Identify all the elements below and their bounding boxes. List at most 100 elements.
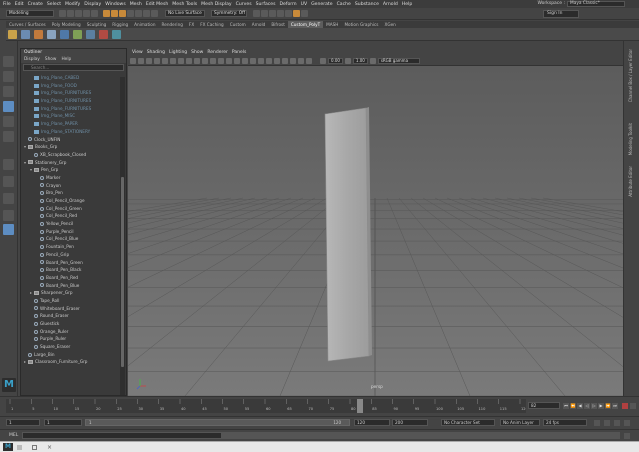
outliner-item[interactable]: Square_Eraser xyxy=(21,343,119,351)
outliner-menu-show[interactable]: Show xyxy=(45,56,57,63)
single-view-icon[interactable] xyxy=(3,159,14,170)
character-set-select[interactable]: No Character Set xyxy=(441,419,495,426)
hypershade-icon[interactable] xyxy=(285,10,292,17)
shelf-extrude-icon[interactable] xyxy=(73,29,82,39)
playback-start-field[interactable]: 1 xyxy=(44,419,82,426)
shelf-tab-rendering[interactable]: Rendering xyxy=(159,21,186,28)
mode-select[interactable]: Modeling xyxy=(6,10,54,17)
outliner-item[interactable]: ▾ Pen_Grp xyxy=(21,166,119,174)
loop-icon[interactable] xyxy=(594,420,600,426)
step-back-frame-icon[interactable]: ◀ xyxy=(577,403,583,409)
outliner-item[interactable]: Marker xyxy=(21,174,119,182)
outliner-item[interactable]: Img_Plane_STATIONERY xyxy=(21,128,119,136)
outliner-item[interactable]: Col_Pencil_Green xyxy=(21,205,119,213)
textured-icon[interactable] xyxy=(242,57,248,64)
key-icon[interactable] xyxy=(614,420,620,426)
channel-box-tab[interactable]: Channel Box / Layer Editor xyxy=(628,49,633,102)
mel-label[interactable]: MEL xyxy=(9,433,18,438)
outliner-item[interactable]: ▾ Stationery_Grp xyxy=(21,159,119,167)
menu-modify[interactable]: Modify xyxy=(65,2,80,7)
outliner-item[interactable]: Board_Pen_Red xyxy=(21,274,119,282)
outliner-item[interactable]: Bro_Pen xyxy=(21,189,119,197)
image-plane-icon[interactable] xyxy=(154,57,160,64)
step-forward-key-icon[interactable]: ⏩ xyxy=(605,403,611,409)
menu-mesh-display[interactable]: Mesh Display xyxy=(201,2,232,7)
outliner-item[interactable]: ▸ Sharpener_Grp xyxy=(21,289,119,297)
outliner-item[interactable]: Board_Pen_Blue xyxy=(21,282,119,290)
menu-edit-mesh[interactable]: Edit Mesh xyxy=(146,2,168,7)
render-frame-icon[interactable] xyxy=(261,10,268,17)
shelf-cube-icon[interactable] xyxy=(8,29,17,39)
snap-grid-icon[interactable] xyxy=(127,10,134,17)
anim-layer-select[interactable]: No Anim Layer xyxy=(500,419,540,426)
snap-plane-icon[interactable] xyxy=(151,10,158,17)
use-all-lights-icon[interactable] xyxy=(250,57,256,64)
exposure-field[interactable]: 0.00 xyxy=(328,57,343,64)
outliner-item[interactable]: Large_Bin xyxy=(21,351,119,359)
menu-mesh[interactable]: Mesh xyxy=(130,2,142,7)
shelf-tab-fx-caching[interactable]: FX Caching xyxy=(197,21,227,28)
step-back-key-icon[interactable]: ⏪ xyxy=(570,403,576,409)
outliner-item[interactable]: XB_Scrapbook_Closed xyxy=(21,151,119,159)
isolate-select-icon[interactable] xyxy=(290,57,296,64)
shelf-tab-motion-graphics[interactable]: Motion Graphics xyxy=(341,21,381,28)
outliner-item[interactable]: ▾ Books_Grp xyxy=(21,143,119,151)
outliner-item[interactable]: Img_Plane_FURNITURES xyxy=(21,97,119,105)
shelf-tab-custom-polyt[interactable]: Custom_PolyT xyxy=(287,21,324,28)
shelf-tab-arnold[interactable]: Arnold xyxy=(249,21,269,28)
shelf-bevel-icon[interactable] xyxy=(86,29,95,39)
taskbar-close-icon[interactable]: × xyxy=(47,444,52,451)
menu-edit[interactable]: Edit xyxy=(15,2,24,7)
outliner-item[interactable]: Clock_UNFIN xyxy=(21,136,119,144)
smooth-shade-icon[interactable] xyxy=(226,57,232,64)
attribute-editor-tab[interactable]: Attribute Editor xyxy=(628,166,633,197)
snap-point-icon[interactable] xyxy=(143,10,150,17)
ambient-occlusion-icon[interactable] xyxy=(266,57,272,64)
sound-icon[interactable] xyxy=(604,420,610,426)
outliner-scroll-thumb[interactable] xyxy=(121,177,124,367)
outliner-item[interactable]: Purple_Ruler xyxy=(21,335,119,343)
grid-toggle-icon[interactable] xyxy=(162,57,168,64)
shelf-tab-bifrost[interactable]: Bifrost xyxy=(268,21,288,28)
outliner-item[interactable]: Gluestick xyxy=(21,320,119,328)
xray-joints-icon[interactable] xyxy=(306,57,312,64)
viewport-menu-lighting[interactable]: Lighting xyxy=(169,50,187,55)
anim-prefs-icon[interactable] xyxy=(630,403,636,409)
animation-end-field[interactable]: 200 xyxy=(392,419,428,426)
go-to-end-icon[interactable]: ⏭ xyxy=(612,403,618,409)
modeling-toolkit-icon[interactable] xyxy=(301,10,308,17)
shadows-icon[interactable] xyxy=(258,57,264,64)
range-bar[interactable]: 1 120 xyxy=(85,419,350,426)
layout-graph-icon[interactable] xyxy=(3,210,14,221)
shelf-cylinder-icon[interactable] xyxy=(34,29,43,39)
play-backward-icon[interactable]: ◁ xyxy=(584,403,590,409)
viewport-menu-shading[interactable]: Shading xyxy=(147,50,165,55)
gamma-icon[interactable] xyxy=(344,57,351,64)
menu-file[interactable]: File xyxy=(3,2,11,7)
shelf-tab-mash[interactable]: MASH xyxy=(323,21,341,28)
construction-history-icon[interactable] xyxy=(253,10,260,17)
playback-end-field[interactable]: 120 xyxy=(354,419,390,426)
field-chart-icon[interactable] xyxy=(194,57,200,64)
shelf-sphere-icon[interactable] xyxy=(21,29,30,39)
new-scene-icon[interactable] xyxy=(59,10,66,17)
viewport-menu-renderer[interactable]: Renderer xyxy=(207,50,228,55)
sign-in-button[interactable]: Sign In xyxy=(543,10,579,18)
four-view-icon[interactable] xyxy=(3,176,14,187)
xray-icon[interactable] xyxy=(298,57,304,64)
menu-display[interactable]: Display xyxy=(84,2,101,7)
exposure-icon[interactable] xyxy=(320,57,326,64)
auto-key-icon[interactable] xyxy=(622,403,628,409)
shelf-plane-icon[interactable] xyxy=(47,29,56,39)
playback-settings-icon[interactable] xyxy=(624,420,630,426)
wireframe-on-shaded-icon[interactable] xyxy=(234,57,240,64)
menu-create[interactable]: Create xyxy=(28,2,43,7)
outliner-item[interactable]: Img_Plane_CABED xyxy=(21,74,119,82)
viewport-menu-panels[interactable]: Panels xyxy=(232,50,246,55)
outliner-item[interactable]: Fountain_Pen xyxy=(21,243,119,251)
scale-tool-icon[interactable] xyxy=(3,131,14,142)
outliner-item[interactable]: Purple_Pencil xyxy=(21,228,119,236)
antialiasing-icon[interactable] xyxy=(282,57,288,64)
outliner-item[interactable]: Img_Plane_FOOD xyxy=(21,82,119,90)
shelf-tab-sculpting[interactable]: Sculpting xyxy=(84,21,110,28)
